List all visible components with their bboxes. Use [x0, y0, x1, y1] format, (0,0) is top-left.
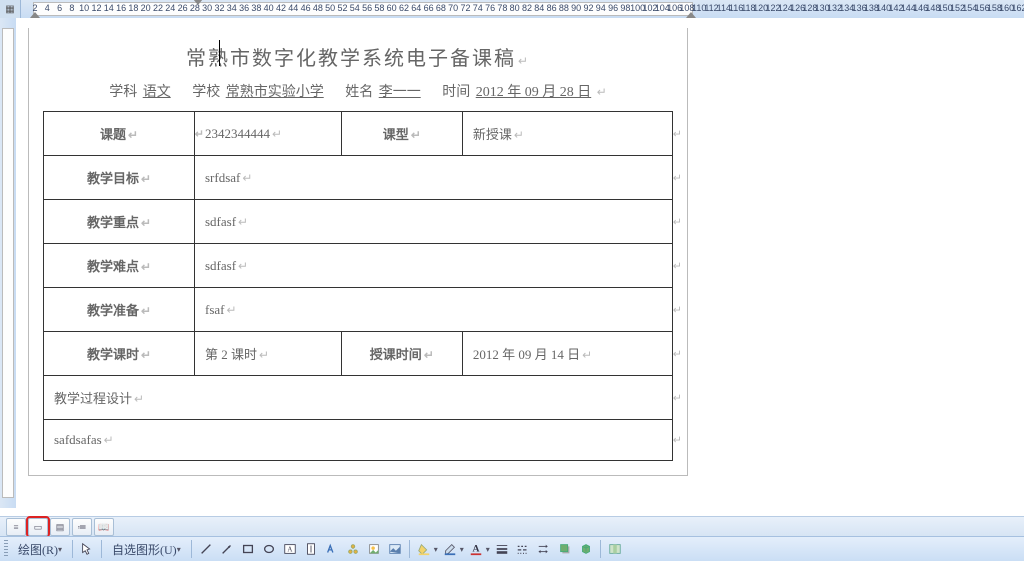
cell-keypoint-value: sdfasf↵↵ — [195, 200, 673, 244]
info-line: 学科 语文 学校 常熟市实验小学 姓名 李一一 时间 2012 年 09 月 2… — [43, 81, 673, 101]
cell-process-content: safdsafas↵↵ — [44, 420, 673, 461]
svg-text:A: A — [287, 546, 292, 554]
line-color-dropdown[interactable]: ▾ — [460, 545, 464, 554]
horizontal-ruler: ▦ 24681012141618202224262830323436384042… — [0, 0, 1024, 19]
insert-symbol-icon[interactable] — [606, 540, 624, 558]
cell-prep-label: 教学准备↵ — [44, 288, 195, 332]
svg-text:A: A — [472, 544, 479, 555]
vertical-textbox-icon[interactable] — [302, 540, 320, 558]
lesson-table: 课题↵↵ 2342344444↵ 课型↵ 新授课↵↵ 教学目标↵ srfdsaf… — [43, 111, 673, 461]
rectangle-icon[interactable] — [239, 540, 257, 558]
cell-goal-label: 教学目标↵ — [44, 156, 195, 200]
document-title: 常熟市数字化教学系统电子备课稿↵ — [43, 42, 673, 71]
cell-difficulty-label: 教学难点↵ — [44, 244, 195, 288]
picture-icon[interactable] — [386, 540, 404, 558]
font-color-icon[interactable]: A — [467, 540, 485, 558]
date-value: 2012 年 09 月 28 日 — [476, 85, 592, 100]
paragraph-mark-icon: ↵ — [595, 85, 607, 99]
cell-keypoint-label: 教学重点↵ — [44, 200, 195, 244]
outline-view-button[interactable]: ≔ — [72, 518, 92, 536]
ruler-tick-label: 162 — [1011, 3, 1024, 13]
cell-topic-value: 2342344444↵ — [195, 112, 342, 156]
subject-value: 语文 — [143, 85, 171, 100]
web-layout-view-button[interactable]: ▭ — [28, 518, 48, 536]
name-label: 姓名 — [345, 85, 373, 100]
cell-prep-value: fsaf↵↵ — [195, 288, 673, 332]
oval-icon[interactable] — [260, 540, 278, 558]
ruler-corner-icon: ▦ — [0, 0, 21, 18]
toolbar-grip[interactable] — [4, 540, 8, 558]
reading-view-button[interactable]: 📖 — [94, 518, 114, 536]
cell-difficulty-value: sdfasf↵↵ — [195, 244, 673, 288]
name-value: 李一一 — [379, 85, 421, 100]
autoshapes-label: 自选图形(U) — [112, 541, 177, 558]
wordart-icon[interactable] — [323, 540, 341, 558]
document-title-text: 常熟市数字化教学系统电子备课稿 — [186, 48, 516, 70]
normal-view-button[interactable]: ≡ — [6, 518, 26, 536]
fill-color-icon[interactable] — [415, 540, 433, 558]
cell-goal-value: srfdsaf↵↵ — [195, 156, 673, 200]
autoshapes-menu-button[interactable]: 自选图形(U)▾ — [107, 539, 186, 560]
line-color-icon[interactable] — [441, 540, 459, 558]
shadow-style-icon[interactable] — [556, 540, 574, 558]
paragraph-mark-icon: ↵ — [516, 54, 530, 68]
cell-hours-value: 第 2 课时↵ — [195, 332, 342, 376]
line-style-icon[interactable] — [493, 540, 511, 558]
school-label: 学校 — [192, 85, 220, 100]
ruler-scale[interactable]: 2468101214161820222426283032343638404244… — [21, 0, 1024, 18]
print-layout-view-button[interactable]: ▤ — [50, 518, 70, 536]
cell-type-value: 新授课↵↵ — [462, 112, 672, 156]
line-icon[interactable] — [197, 540, 215, 558]
cell-type-label: 课型↵ — [341, 112, 462, 156]
document-viewport[interactable]: 常熟市数字化教学系统电子备课稿↵ 学科 语文 学校 常熟市实验小学 姓名 李一一… — [16, 18, 1024, 510]
cell-teachtime-label: 授课时间↵ — [341, 332, 462, 376]
cell-teachtime-value: 2012 年 09 月 14 日↵↵ — [462, 332, 672, 376]
date-label: 时间 — [442, 85, 470, 100]
drawing-toolbar: 绘图(R)▾ 自选图形(U)▾ A ▾ ▾ A ▾ — [0, 536, 1024, 561]
view-mode-bar: ≡ ▭ ▤ ≔ 📖 — [0, 516, 1024, 537]
select-objects-icon[interactable] — [78, 540, 96, 558]
arrow-style-icon[interactable] — [535, 540, 553, 558]
page: 常熟市数字化教学系统电子备课稿↵ 学科 语文 学校 常熟市实验小学 姓名 李一一… — [28, 28, 688, 476]
text-cursor — [219, 40, 220, 66]
school-value: 常熟市实验小学 — [226, 85, 324, 100]
cell-topic-label: 课题↵↵ — [44, 112, 195, 156]
draw-menu-label: 绘图(R) — [18, 541, 58, 558]
cell-hours-label: 教学课时↵ — [44, 332, 195, 376]
arrow-icon[interactable] — [218, 540, 236, 558]
fill-color-dropdown[interactable]: ▾ — [434, 545, 438, 554]
subject-label: 学科 — [109, 85, 137, 100]
vertical-ruler[interactable] — [0, 18, 17, 508]
dash-style-icon[interactable] — [514, 540, 532, 558]
clipart-icon[interactable] — [365, 540, 383, 558]
textbox-icon[interactable]: A — [281, 540, 299, 558]
cell-process-label: 教学过程设计↵↵ — [44, 376, 673, 420]
draw-menu-button[interactable]: 绘图(R)▾ — [13, 539, 67, 560]
first-line-indent-marker[interactable] — [193, 0, 203, 5]
font-color-dropdown[interactable]: ▾ — [486, 545, 490, 554]
3d-style-icon[interactable] — [577, 540, 595, 558]
diagram-icon[interactable] — [344, 540, 362, 558]
